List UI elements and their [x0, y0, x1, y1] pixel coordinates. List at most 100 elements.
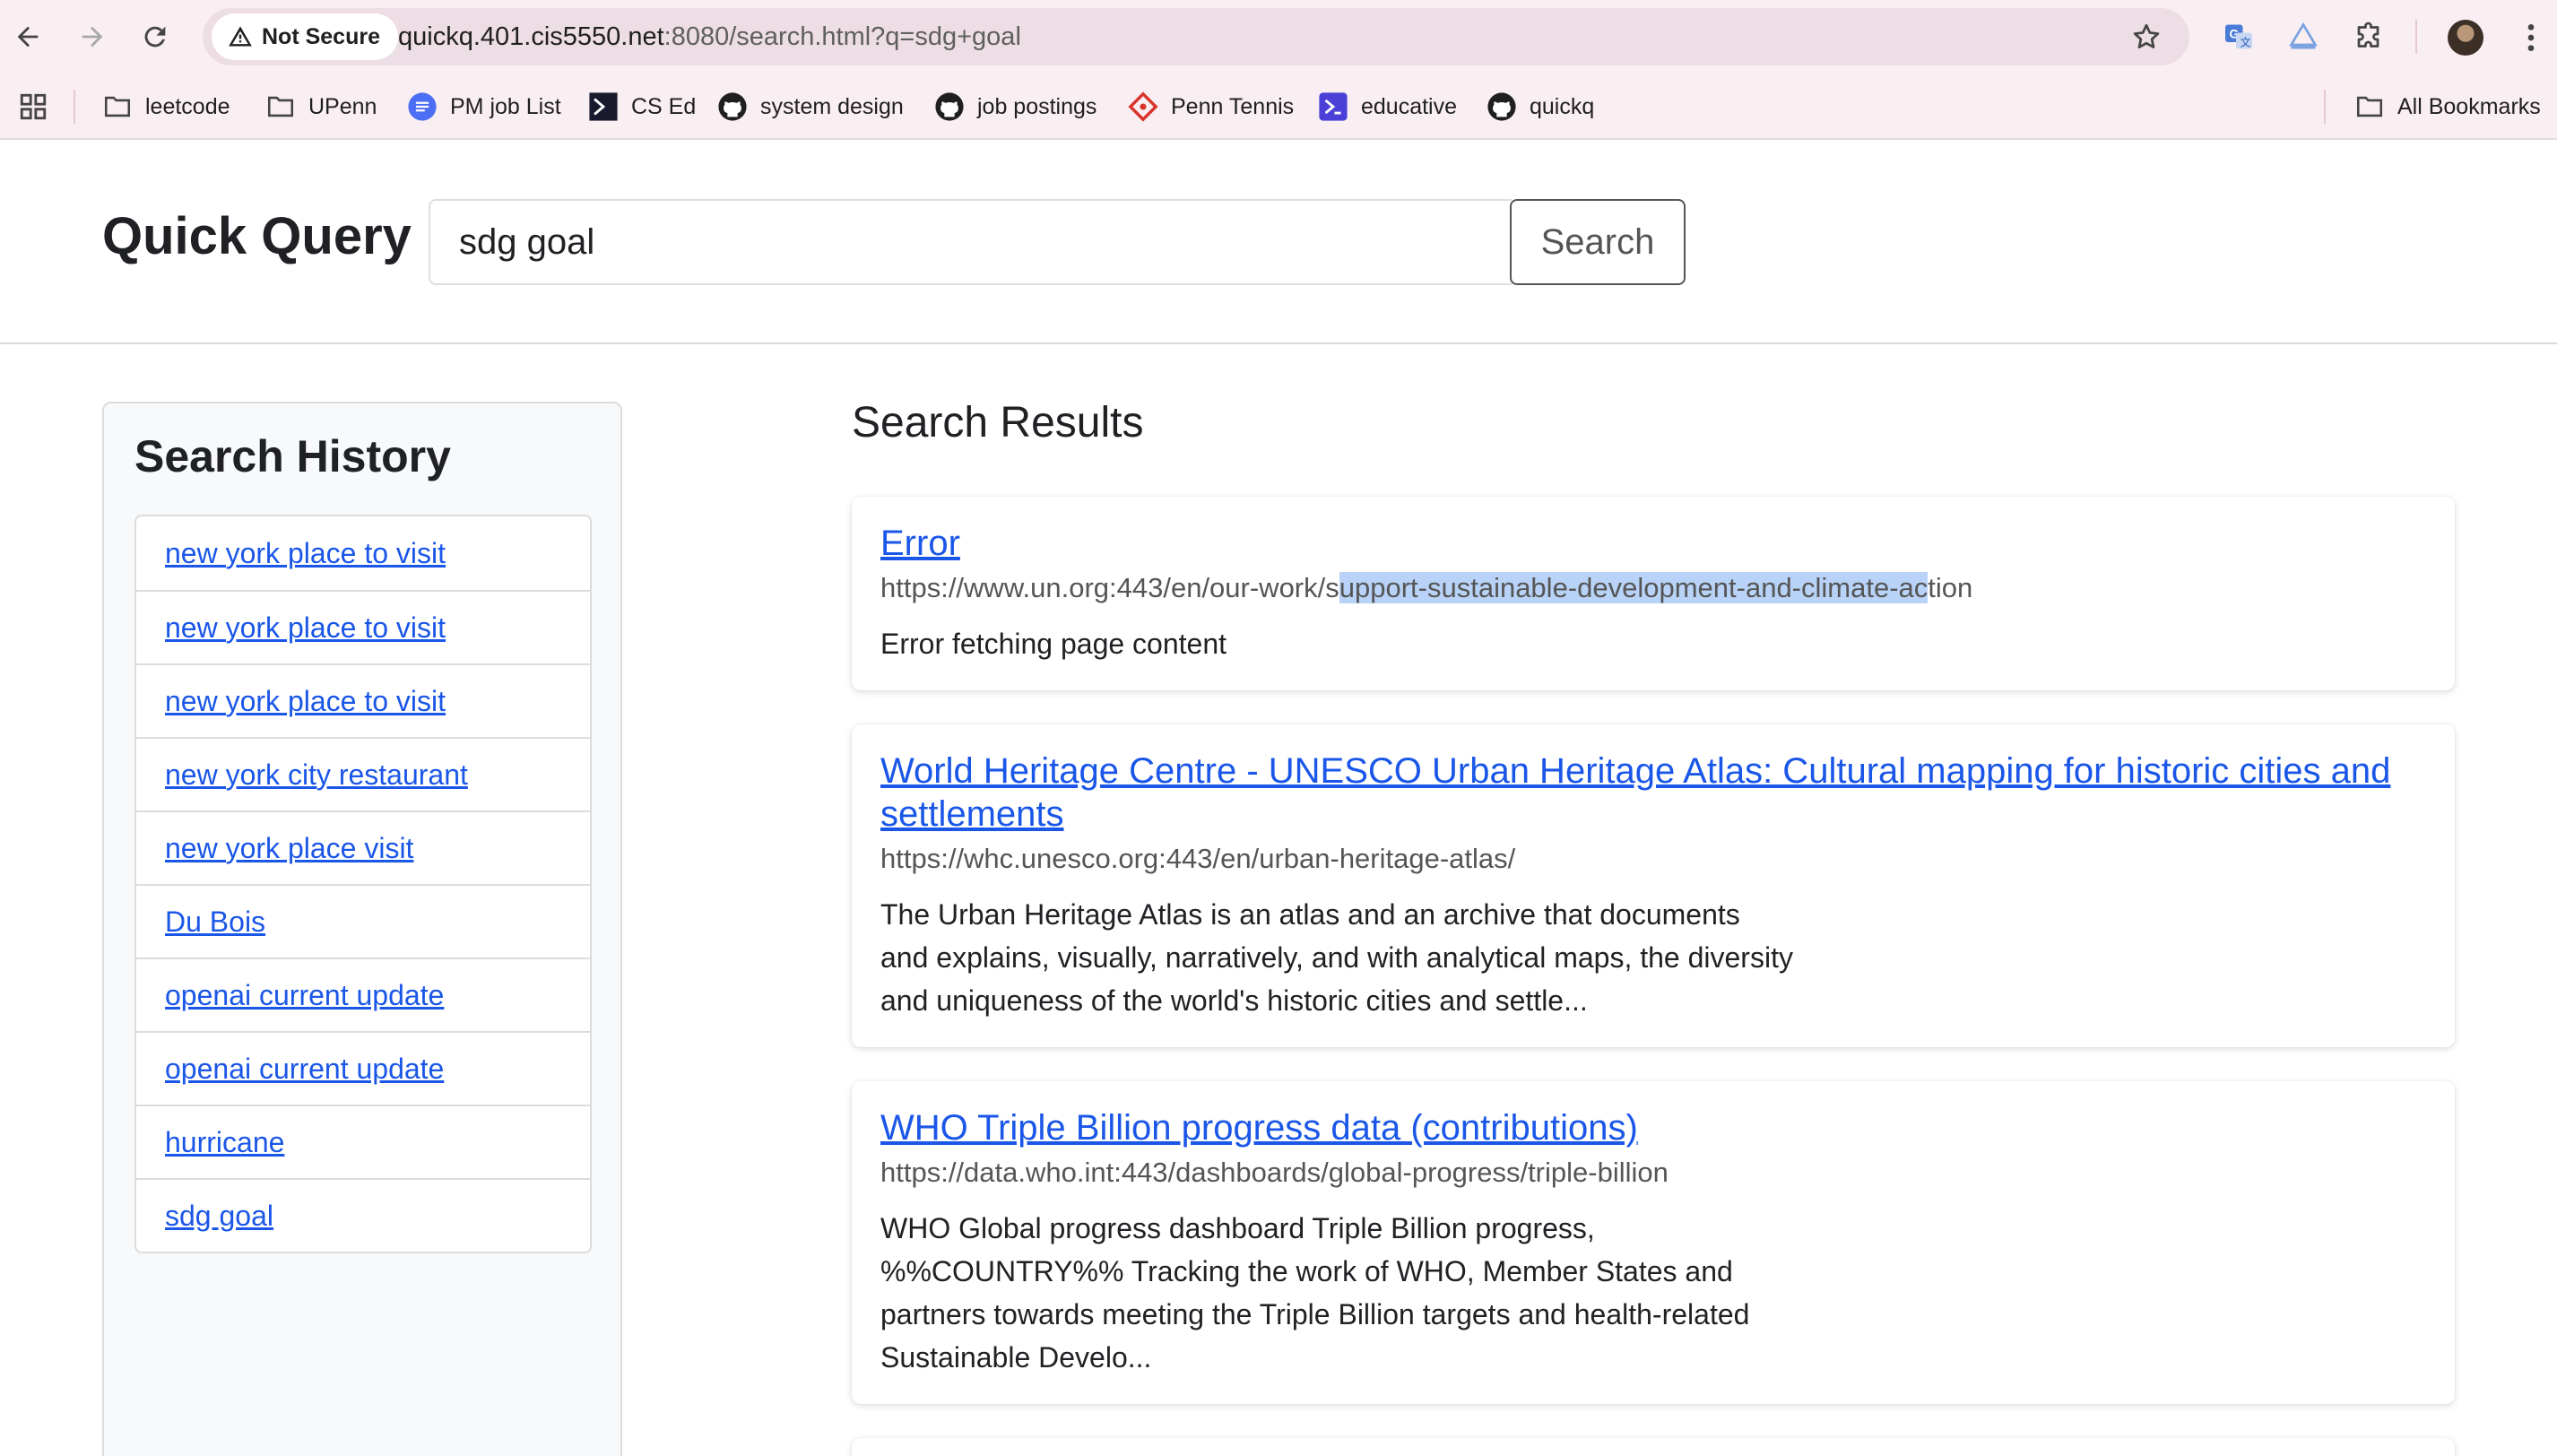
bookmark-label: leetcode	[145, 93, 230, 119]
terminal-icon	[589, 92, 618, 121]
diamond-icon	[1128, 91, 1158, 122]
bookmark-label: quickq	[1530, 93, 1595, 119]
security-chip[interactable]: Not Secure	[212, 13, 398, 60]
svg-text:文: 文	[2241, 36, 2251, 49]
bookmark-label: educative	[1361, 93, 1458, 119]
bookmark-penn-tennis[interactable]: Penn Tennis	[1128, 74, 1294, 140]
bookmark-leetcode[interactable]: leetcode	[102, 74, 230, 140]
folder-icon	[2356, 96, 2383, 117]
result-url: https://www.un.org:443/en/our-work/suppo…	[880, 570, 2426, 606]
result-title-link[interactable]: Error	[880, 522, 2423, 565]
forward-button[interactable]	[72, 16, 113, 57]
history-item: openai current update	[136, 958, 590, 1031]
url-path: :8080/search.html?q=sdg+goal	[663, 22, 1021, 51]
bookmark-quickq[interactable]: quickq	[1487, 74, 1594, 140]
result-url-part: https://www.un.org:443/en/our-work/s	[880, 572, 1339, 603]
history-link[interactable]: openai current update	[165, 979, 444, 1012]
warning-icon	[229, 26, 252, 47]
result-snippet: The Urban Heritage Atlas is an atlas and…	[880, 898, 1793, 1017]
search-input[interactable]	[429, 199, 1512, 285]
back-button[interactable]	[7, 16, 48, 57]
bookmark-cs-ed[interactable]: CS Ed	[588, 74, 696, 140]
bookmark-upenn[interactable]: UPenn	[265, 74, 377, 140]
arrow-left-icon	[17, 26, 39, 48]
bookmarks-divider	[74, 90, 75, 124]
result-card: World Heritage Centre - UNESCO Urban Her…	[852, 724, 2455, 1047]
toolbar-divider	[2415, 20, 2417, 54]
history-link[interactable]: new york place visit	[165, 832, 413, 865]
all-bookmarks-label: All Bookmarks	[2397, 93, 2541, 119]
history-link[interactable]: new york place to visit	[165, 685, 446, 718]
search-history-title: Search History	[134, 431, 451, 481]
result-card: WHO Triple Billion progress data (contri…	[852, 1081, 2455, 1404]
bookmark-job-postings[interactable]: job postings	[934, 74, 1096, 140]
history-item: new york place to visit	[136, 590, 590, 663]
search-results-heading: Search Results	[852, 399, 1144, 446]
history-link[interactable]: Du Bois	[165, 906, 265, 939]
result-card: Error https://www.un.org:443/en/our-work…	[852, 497, 2455, 690]
search-button[interactable]: Search	[1510, 199, 1686, 285]
url-host: quickq.401.cis5550.net	[398, 22, 664, 51]
translate-extension-icon[interactable]: G文	[2220, 18, 2258, 56]
github-icon	[718, 92, 747, 121]
doc-icon	[408, 92, 437, 121]
history-link[interactable]: hurricane	[165, 1126, 284, 1159]
reload-icon	[144, 26, 166, 48]
extensions-button[interactable]	[2351, 18, 2388, 56]
search-history-list: new york place to visit new york place t…	[134, 515, 592, 1253]
bookmark-educative[interactable]: educative	[1318, 74, 1457, 140]
url-text: quickq.401.cis5550.net:8080/search.html?…	[398, 8, 1021, 65]
result-card	[852, 1438, 2455, 1456]
history-item: new york place visit	[136, 810, 590, 884]
result-url: https://whc.unesco.org:443/en/urban-heri…	[880, 843, 1516, 874]
result-snippet: WHO Global progress dashboard Triple Bil…	[880, 1212, 1750, 1374]
history-link[interactable]: new york place to visit	[165, 611, 446, 645]
bookmark-pm-job-list[interactable]: PM job List	[407, 74, 561, 140]
github-icon	[935, 92, 964, 121]
bookmarks-divider	[2324, 90, 2326, 124]
result-url: https://data.who.int:443/dashboards/glob…	[880, 1157, 1669, 1188]
bookmarks-bar: leetcode UPenn PM job List CS Ed system …	[0, 74, 2557, 140]
bookmark-star-icon[interactable]	[2130, 21, 2163, 53]
folder-icon	[104, 96, 131, 117]
translate-icon: G文	[2225, 24, 2252, 49]
bookmark-label: job postings	[977, 93, 1097, 119]
bookmark-label: UPenn	[308, 93, 377, 119]
result-title-link[interactable]: WHO Triple Billion progress data (contri…	[880, 1106, 2423, 1149]
reload-button[interactable]	[134, 16, 176, 57]
educative-icon	[1319, 92, 1348, 121]
history-item: new york city restaurant	[136, 737, 590, 810]
more-menu-icon[interactable]	[2518, 20, 2544, 56]
drive-extension-icon[interactable]	[2284, 18, 2322, 56]
bookmark-label: PM job List	[450, 93, 561, 119]
puzzle-icon	[2357, 22, 2379, 48]
apps-button[interactable]	[18, 74, 48, 140]
cloud-triangle-icon	[2289, 22, 2318, 49]
site-title: Quick Query	[102, 207, 412, 265]
security-label: Not Secure	[262, 23, 380, 49]
history-item: new york place to visit	[136, 516, 590, 590]
bookmark-system-design[interactable]: system design	[717, 74, 904, 140]
history-item: hurricane	[136, 1105, 590, 1178]
arrow-right-icon	[82, 26, 103, 48]
bookmark-label: system design	[760, 93, 904, 119]
folder-icon	[267, 96, 294, 117]
history-link[interactable]: openai current update	[165, 1053, 444, 1086]
apps-grid-icon	[20, 93, 47, 120]
site-header: Quick Query Search	[0, 140, 2557, 344]
history-link[interactable]: new york city restaurant	[165, 758, 468, 792]
result-url-selection: upport-sustainable-development-and-clima…	[1339, 572, 1929, 603]
result-url-part: tion	[1928, 572, 1973, 603]
history-item: Du Bois	[136, 884, 590, 958]
address-bar[interactable]: Not Secure quickq.401.cis5550.net:8080/s…	[203, 8, 2189, 65]
bookmark-label: CS Ed	[631, 93, 697, 119]
history-link[interactable]: new york place to visit	[165, 537, 446, 570]
browser-toolbar: Not Secure quickq.401.cis5550.net:8080/s…	[0, 0, 2557, 74]
github-icon	[1487, 92, 1516, 121]
history-link[interactable]: sdg goal	[165, 1200, 273, 1233]
profile-avatar[interactable]	[2448, 20, 2483, 56]
search-history-panel: Search History new york place to visit n…	[102, 402, 622, 1456]
result-title-link[interactable]: World Heritage Centre - UNESCO Urban Her…	[880, 750, 2423, 836]
bookmark-label: Penn Tennis	[1171, 93, 1295, 119]
all-bookmarks-button[interactable]: All Bookmarks	[2354, 74, 2541, 140]
